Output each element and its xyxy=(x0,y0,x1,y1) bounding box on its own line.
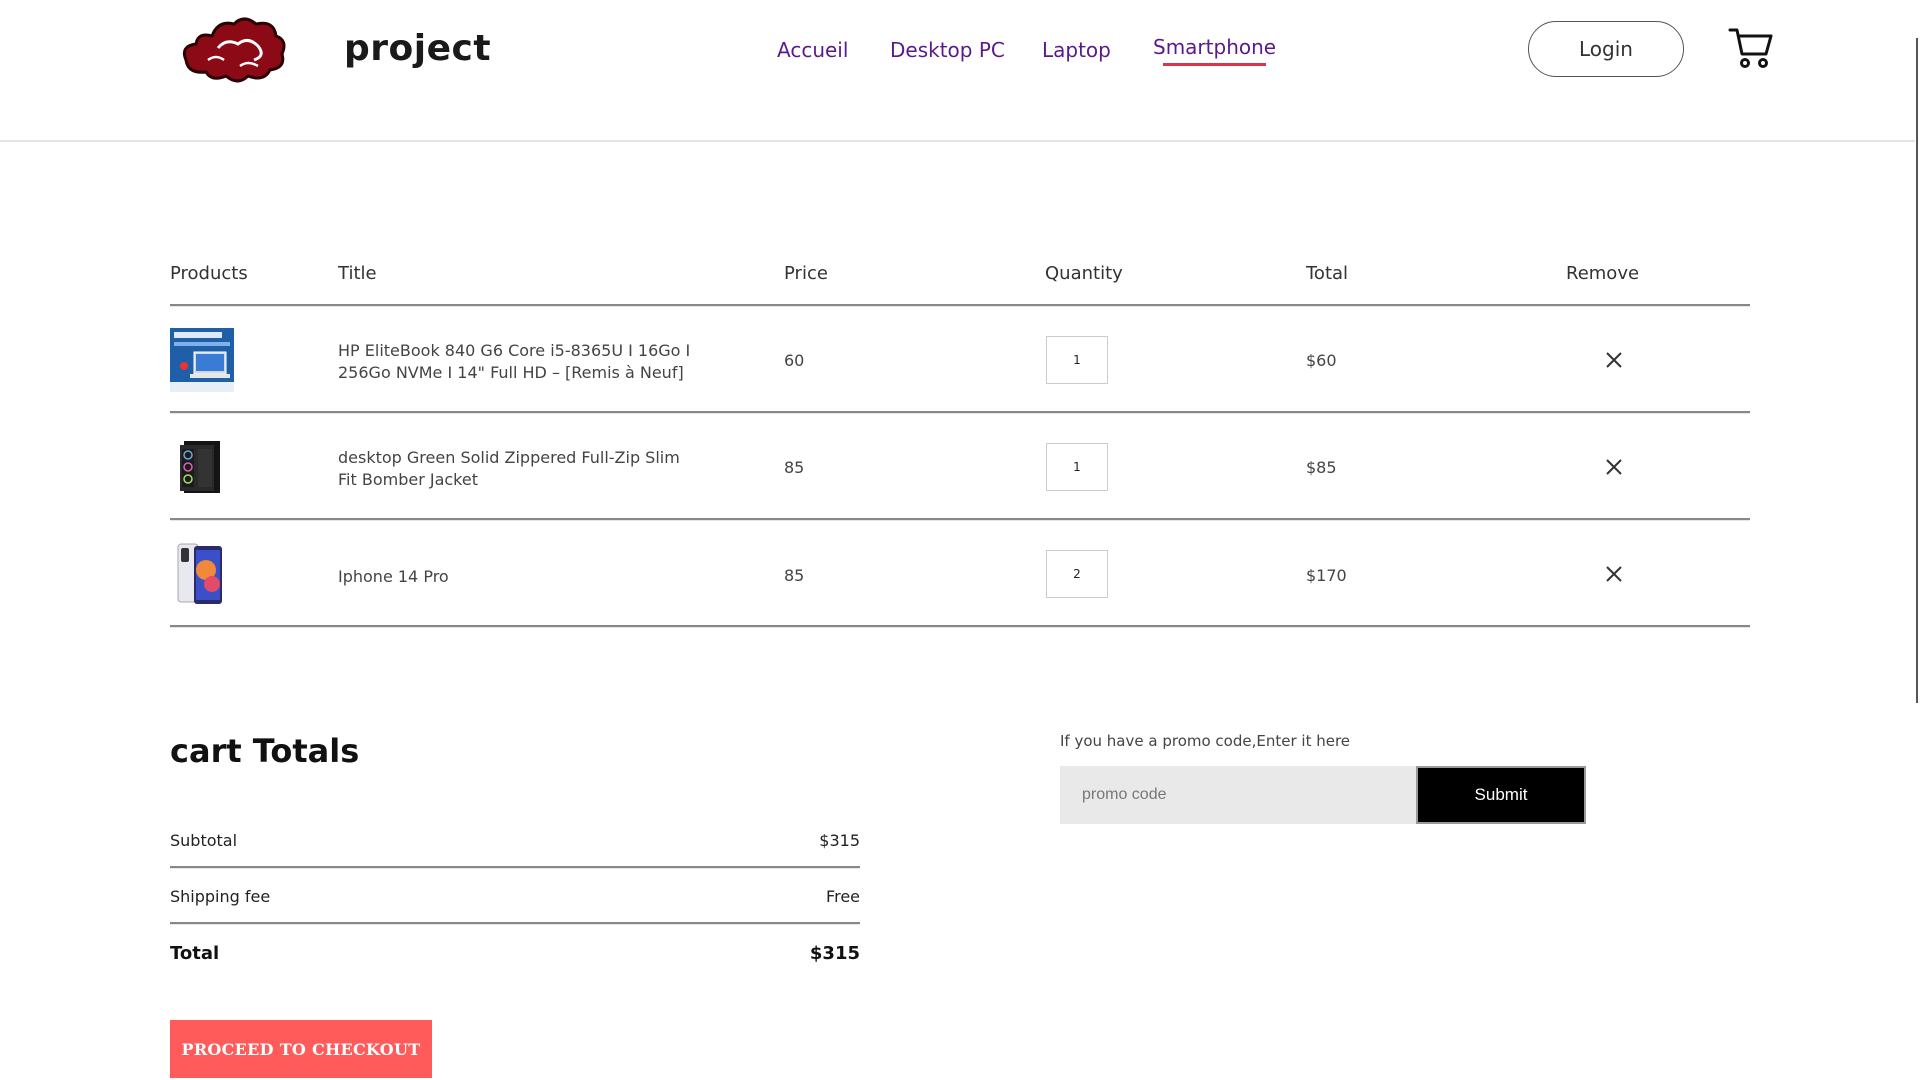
col-header-remove: Remove xyxy=(1566,263,1640,284)
page-scrollbar[interactable] xyxy=(1916,38,1918,703)
cart-totals-title: cart Totals xyxy=(170,732,360,770)
close-icon[interactable] xyxy=(1605,458,1623,476)
shipping-value: Free xyxy=(826,887,860,906)
close-icon[interactable] xyxy=(1605,351,1623,369)
site-header: project Accueil Desktop PC Laptop Smartp… xyxy=(0,0,1915,142)
item-price: 60 xyxy=(784,351,805,370)
nav-desktop-pc[interactable]: Desktop PC xyxy=(890,38,1005,62)
total-label: Total xyxy=(170,943,220,964)
shipping-label: Shipping fee xyxy=(170,887,271,906)
col-header-quantity: Quantity xyxy=(1045,263,1123,284)
login-button[interactable]: Login xyxy=(1528,21,1684,77)
item-total: $60 xyxy=(1306,351,1337,370)
item-title: desktop Green Solid Zippered Full-Zip Sl… xyxy=(338,448,680,489)
col-header-total: Total xyxy=(1306,263,1349,284)
item-price: 85 xyxy=(784,566,805,585)
smartphone-thumb-icon[interactable] xyxy=(170,542,234,606)
item-total: $85 xyxy=(1306,458,1337,477)
totals-divider xyxy=(170,922,860,925)
item-title: HP EliteBook 840 G6 Core i5-8365U I 16Go… xyxy=(338,341,691,382)
quantity-input[interactable] xyxy=(1046,336,1108,384)
promo-code-input[interactable] xyxy=(1060,766,1416,824)
proceed-to-checkout-button[interactable]: PROCEED TO CHECKOUT xyxy=(170,1020,432,1078)
subtotal-value: $315 xyxy=(819,831,860,850)
quantity-input[interactable] xyxy=(1046,550,1108,598)
close-icon[interactable] xyxy=(1605,565,1623,583)
col-header-products: Products xyxy=(170,263,248,284)
promo-submit-button[interactable]: Submit xyxy=(1416,766,1586,824)
nav-accueil[interactable]: Accueil xyxy=(777,38,848,62)
quantity-input[interactable] xyxy=(1046,443,1108,491)
brand-name: project xyxy=(344,28,492,69)
table-divider xyxy=(170,411,1750,414)
nav-smartphone[interactable]: Smartphone xyxy=(1153,35,1276,66)
nav-laptop[interactable]: Laptop xyxy=(1042,38,1111,62)
item-price: 85 xyxy=(784,458,805,477)
item-title: Iphone 14 Pro xyxy=(338,567,449,586)
laptop-thumb-icon[interactable] xyxy=(170,328,234,392)
red-cloud-logo-icon[interactable] xyxy=(178,12,290,86)
desktop-tower-thumb-icon[interactable] xyxy=(170,435,234,499)
item-total: $170 xyxy=(1306,566,1347,585)
table-divider xyxy=(170,625,1750,628)
total-value: $315 xyxy=(809,943,860,964)
subtotal-label: Subtotal xyxy=(170,831,238,850)
table-divider xyxy=(170,304,1750,307)
table-divider xyxy=(170,518,1750,521)
shopping-cart-icon[interactable] xyxy=(1728,26,1774,70)
col-header-title: Title xyxy=(338,263,377,284)
col-header-price: Price xyxy=(784,263,828,284)
totals-divider xyxy=(170,866,860,869)
promo-label: If you have a promo code,Enter it here xyxy=(1060,732,1351,750)
